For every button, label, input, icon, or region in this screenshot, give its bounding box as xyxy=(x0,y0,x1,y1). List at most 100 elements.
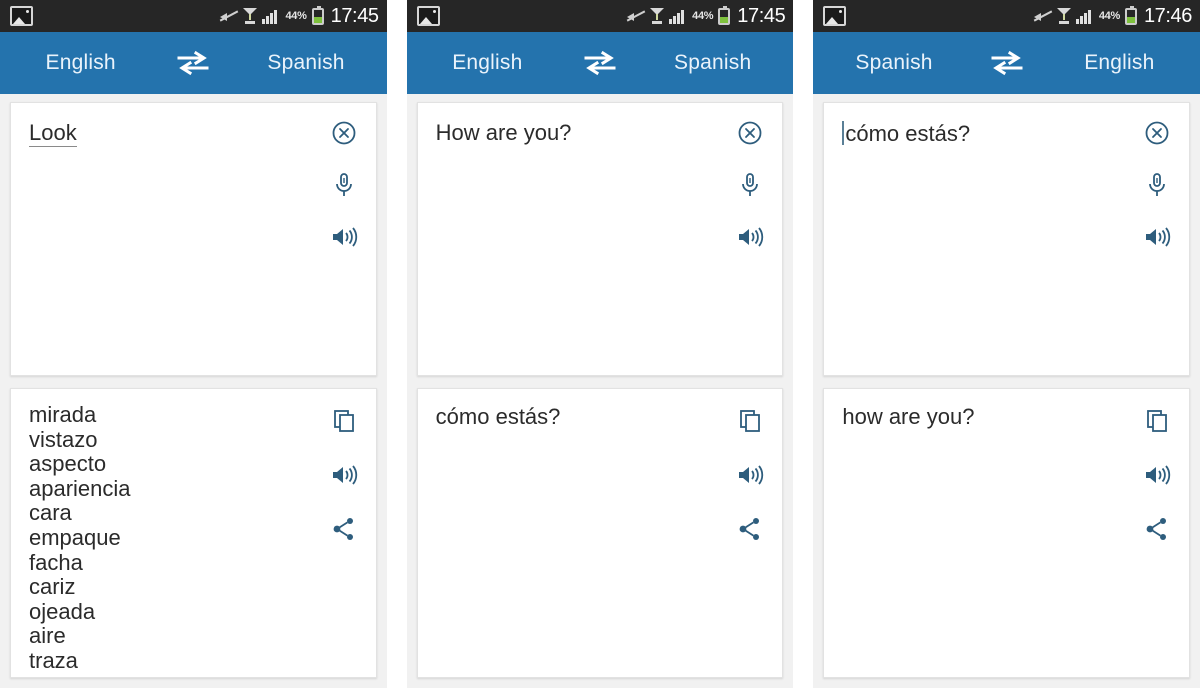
translation-word: vistazo xyxy=(29,426,98,452)
translation-action-icons xyxy=(324,405,364,545)
status-bar: 44% 17:45 xyxy=(406,0,794,32)
translation-word: ojeada xyxy=(29,598,96,624)
translation-text: how are you? xyxy=(842,404,975,429)
screen-body: cómo estás? how are you? xyxy=(813,94,1200,688)
source-text-value: How are you? xyxy=(435,120,572,145)
speaker-icon[interactable] xyxy=(734,221,766,253)
target-language-button[interactable]: Spanish xyxy=(225,51,386,75)
screen-body: Look mirada vistazo aspecto apariencia c… xyxy=(0,94,387,688)
source-text-value: cómo estás? xyxy=(845,121,971,146)
speaker-icon[interactable] xyxy=(734,459,766,491)
language-bar: English Spanish xyxy=(406,32,794,94)
status-bar-clock: 17:46 xyxy=(1143,4,1193,27)
source-language-button[interactable]: English xyxy=(407,51,568,75)
clear-circle-icon[interactable] xyxy=(328,117,360,149)
screen-body: How are you? cómo estás? xyxy=(406,94,794,688)
translation-word: aire xyxy=(29,623,66,649)
target-language-button[interactable]: English xyxy=(1039,51,1200,75)
translation-word: traza xyxy=(29,647,78,673)
source-text-value: Look xyxy=(29,120,77,147)
phone-screen-1: 44% 17:45 English Spanish Look mirada vi… xyxy=(0,0,387,688)
status-bar: 44% 17:45 xyxy=(0,0,387,32)
microphone-icon[interactable] xyxy=(328,169,360,201)
microphone-icon[interactable] xyxy=(734,169,766,201)
status-bar-clock: 17:45 xyxy=(330,4,379,27)
translation-card[interactable]: how are you? xyxy=(823,388,1191,678)
status-bar-left xyxy=(10,6,33,26)
speaker-icon[interactable] xyxy=(328,459,360,491)
translation-word: mirada xyxy=(29,402,97,427)
source-action-icons xyxy=(1137,117,1177,253)
source-action-icons xyxy=(730,117,770,253)
copy-icon[interactable] xyxy=(1141,405,1173,437)
screenshot-strip: 44% 17:45 English Spanish Look mirada vi… xyxy=(0,0,1200,688)
phone-screen-3: 44% 17:46 Spanish English cómo estás? ho… xyxy=(813,0,1200,688)
share-icon[interactable] xyxy=(1141,513,1173,545)
source-language-button[interactable]: English xyxy=(0,51,161,75)
status-bar-right: 44% 17:45 xyxy=(626,4,786,28)
battery-icon xyxy=(311,5,324,25)
source-text[interactable]: Look xyxy=(11,103,376,147)
battery-percent-label: 44% xyxy=(692,10,714,22)
share-icon[interactable] xyxy=(734,513,766,545)
language-bar: English Spanish xyxy=(0,32,387,94)
swap-languages-button[interactable] xyxy=(975,50,1039,76)
source-text-card[interactable]: cómo estás? xyxy=(823,102,1191,376)
speaker-icon[interactable] xyxy=(1141,459,1173,491)
target-language-button[interactable]: Spanish xyxy=(632,51,793,75)
clear-circle-icon[interactable] xyxy=(734,117,766,149)
source-text-card[interactable]: How are you? xyxy=(416,102,784,376)
translation-text: cómo estás? xyxy=(435,404,561,429)
swap-languages-button[interactable] xyxy=(568,50,632,76)
battery-icon xyxy=(718,5,731,25)
battery-percent-label: 44% xyxy=(285,10,307,22)
battery-percent-label: 44% xyxy=(1098,10,1120,22)
swap-languages-button[interactable] xyxy=(161,50,225,76)
source-text[interactable]: cómo estás? xyxy=(824,103,1189,147)
swap-arrows-icon xyxy=(177,50,209,76)
mute-icon xyxy=(220,9,239,24)
translation-action-icons xyxy=(730,405,770,545)
translation-word: cara xyxy=(29,500,72,526)
gallery-icon xyxy=(823,6,847,26)
translation-word: aspecto xyxy=(29,451,107,477)
gallery-icon xyxy=(416,6,440,26)
gps-icon xyxy=(650,8,665,24)
share-icon[interactable] xyxy=(328,513,360,545)
source-action-icons xyxy=(324,117,364,253)
language-bar: Spanish English xyxy=(813,32,1200,94)
swap-arrows-icon xyxy=(584,50,616,76)
status-bar-left xyxy=(416,6,440,26)
status-bar-clock: 17:45 xyxy=(737,4,786,27)
source-text[interactable]: How are you? xyxy=(418,103,783,146)
signal-bars-icon xyxy=(262,8,280,24)
status-bar: 44% 17:46 xyxy=(813,0,1200,32)
translation-action-icons xyxy=(1137,405,1177,545)
status-bar-left xyxy=(823,6,847,26)
translation-word: empaque xyxy=(29,524,121,550)
source-language-button[interactable]: Spanish xyxy=(813,51,974,75)
copy-icon[interactable] xyxy=(734,405,766,437)
speaker-icon[interactable] xyxy=(1141,221,1173,253)
source-text-card[interactable]: Look xyxy=(10,102,377,376)
translation-card[interactable]: mirada vistazo aspecto apariencia cara empaqu… xyxy=(10,388,377,678)
translation-word-list: mirada vistazo aspecto apariencia cara empaqu… xyxy=(11,389,376,674)
microphone-icon[interactable] xyxy=(1141,169,1173,201)
status-bar-right: 44% 17:46 xyxy=(1033,4,1193,28)
translation-word: facha xyxy=(29,549,83,575)
signal-bars-icon xyxy=(1075,8,1094,24)
gps-icon xyxy=(1056,8,1071,24)
translation-card[interactable]: cómo estás? xyxy=(416,388,784,678)
copy-icon[interactable] xyxy=(328,405,360,437)
phone-screen-2: 44% 17:45 English Spanish How are you? c… xyxy=(406,0,794,688)
mute-icon xyxy=(626,9,646,24)
gallery-icon xyxy=(10,6,33,26)
swap-arrows-icon xyxy=(991,50,1023,76)
signal-bars-icon xyxy=(669,8,687,24)
status-bar-right: 44% 17:45 xyxy=(220,4,379,28)
speaker-icon[interactable] xyxy=(328,221,360,253)
translation-word: apariencia xyxy=(29,475,131,501)
battery-icon xyxy=(1124,5,1137,25)
clear-circle-icon[interactable] xyxy=(1141,117,1173,149)
translation-word: cariz xyxy=(29,574,76,600)
